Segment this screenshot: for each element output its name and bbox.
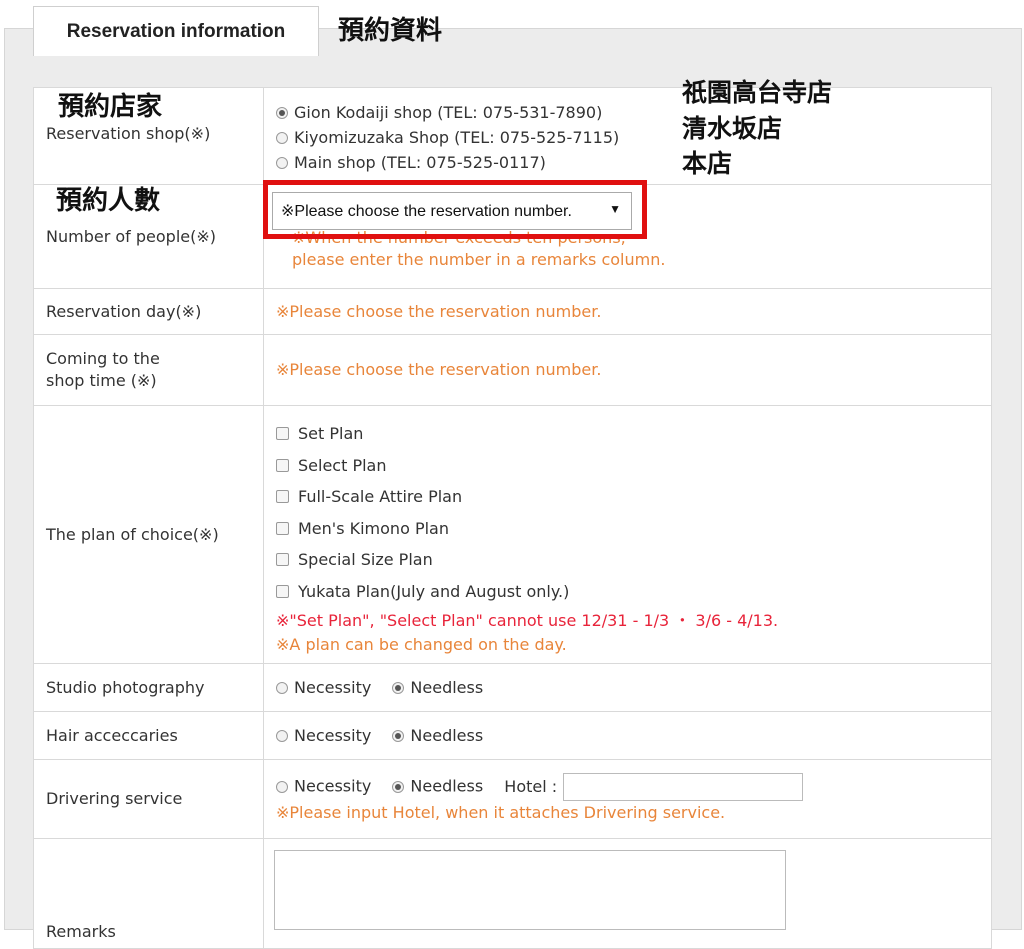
- plan-note-red: ※"Set Plan", "Select Plan" cannot use 12…: [276, 611, 779, 630]
- shop-option-gion[interactable]: Gion Kodaiji shop (TEL: 075-531-7890): [276, 101, 979, 126]
- row-drivering-service: Drivering service Necessity Needless Hot…: [33, 759, 992, 839]
- remarks-textarea[interactable]: [274, 850, 786, 930]
- plan-note-orange: ※A plan can be changed on the day.: [276, 635, 567, 654]
- plan-option-mens-kimono[interactable]: Men's Kimono Plan: [276, 513, 979, 545]
- tab-reservation-information[interactable]: Reservation information: [33, 6, 319, 56]
- label-studio-photography: Studio photography: [33, 663, 264, 712]
- label-hair-accessories: Hair acceccaries: [33, 711, 264, 760]
- shop-option-main[interactable]: Main shop (TEL: 075-525-0117): [276, 151, 979, 176]
- radio-icon[interactable]: [276, 156, 288, 169]
- label-remarks: Remarks: [33, 838, 264, 949]
- highlight-box: [263, 180, 647, 239]
- plan-option-full-scale[interactable]: Full-Scale Attire Plan: [276, 481, 979, 513]
- day-note: ※Please choose the reservation number.: [263, 288, 992, 335]
- plan-option-yukata[interactable]: Yukata Plan(July and August only.): [276, 576, 979, 608]
- radio-icon[interactable]: [276, 106, 288, 119]
- label-coming-time-line2: shop time (※): [46, 371, 157, 390]
- radio-icon[interactable]: [392, 780, 405, 793]
- annotation-shop-cn: 預約店家: [58, 92, 163, 122]
- radio-icon[interactable]: [392, 681, 405, 694]
- hair-options: Necessity Needless: [263, 711, 992, 760]
- hotel-input[interactable]: [563, 773, 804, 801]
- checkbox-icon[interactable]: [276, 490, 289, 503]
- row-plan-of-choice: The plan of choice(※) Set Plan Select Pl…: [33, 405, 992, 664]
- annotation-gion-cn: 祇園高台寺店: [682, 78, 833, 107]
- radio-icon[interactable]: [276, 729, 288, 742]
- driver-note: ※Please input Hotel, when it attaches Dr…: [276, 803, 726, 822]
- hair-option-needless[interactable]: Needless: [410, 726, 483, 745]
- checkbox-icon[interactable]: [276, 427, 289, 440]
- checkbox-icon[interactable]: [276, 458, 289, 472]
- driver-options: Necessity Needless Hotel : ※Please input…: [263, 759, 992, 839]
- plan-option-set[interactable]: Set Plan: [276, 418, 979, 450]
- label-plan-of-choice: The plan of choice(※): [33, 405, 264, 664]
- driver-option-line: Necessity Needless Hotel :: [276, 773, 979, 801]
- plan-options: Set Plan Select Plan Full-Scale Attire P…: [263, 405, 992, 664]
- checkbox-icon[interactable]: [276, 584, 289, 598]
- studio-options: Necessity Needless: [263, 663, 992, 712]
- shop-option-kiyomizuzaka[interactable]: Kiyomizuzaka Shop (TEL: 075-525-7115): [276, 126, 979, 151]
- people-note-2: please enter the number in a remarks col…: [292, 250, 666, 269]
- checkbox-icon[interactable]: [276, 521, 289, 535]
- radio-icon[interactable]: [276, 131, 288, 144]
- time-note: ※Please choose the reservation number.: [263, 334, 992, 406]
- annotation-people-cn: 預約人數: [56, 186, 161, 216]
- row-coming-time: Coming to the shop time (※) ※Please choo…: [33, 334, 992, 406]
- row-studio-photography: Studio photography Necessity Needless: [33, 663, 992, 712]
- hotel-label: Hotel :: [504, 776, 558, 796]
- tab-chinese-caption: 預約資料: [338, 16, 443, 46]
- row-reservation-shop: Reservation shop(※) Gion Kodaiji shop (T…: [33, 87, 992, 185]
- studio-option-necessity[interactable]: Necessity: [294, 678, 371, 697]
- checkbox-icon[interactable]: [276, 553, 289, 566]
- plan-option-special-size[interactable]: Special Size Plan: [276, 544, 979, 576]
- driver-option-necessity[interactable]: Necessity: [294, 777, 371, 796]
- label-coming-time-line1: Coming to the: [46, 349, 160, 368]
- shop-options: Gion Kodaiji shop (TEL: 075-531-7890) Ki…: [263, 87, 992, 185]
- driver-option-needless[interactable]: Needless: [410, 777, 483, 796]
- plan-option-select[interactable]: Select Plan: [276, 450, 979, 482]
- annotation-kiyomizuzaka-cn: 清水坂店: [682, 114, 783, 143]
- row-reservation-day: Reservation day(※) ※Please choose the re…: [33, 288, 992, 335]
- radio-icon[interactable]: [392, 729, 405, 742]
- radio-icon[interactable]: [276, 681, 288, 694]
- label-coming-time: Coming to the shop time (※): [33, 334, 264, 406]
- studio-option-needless[interactable]: Needless: [410, 678, 483, 697]
- row-hair-accessories: Hair acceccaries Necessity Needless: [33, 711, 992, 760]
- label-drivering-service: Drivering service: [33, 759, 264, 839]
- radio-icon[interactable]: [276, 780, 288, 793]
- hair-option-necessity[interactable]: Necessity: [294, 726, 371, 745]
- annotation-main-cn: 本店: [682, 149, 733, 178]
- label-reservation-day: Reservation day(※): [33, 288, 264, 335]
